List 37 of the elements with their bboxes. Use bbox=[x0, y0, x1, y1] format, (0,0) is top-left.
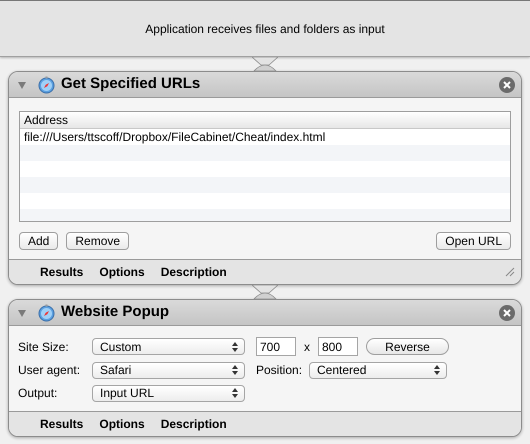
disclosure-triangle-icon[interactable] bbox=[17, 80, 27, 90]
field-label: Position: bbox=[256, 362, 304, 379]
footer-tab[interactable]: Description bbox=[160, 263, 227, 281]
times-label: x bbox=[304, 338, 310, 356]
reverse-button[interactable]: Reverse bbox=[366, 338, 449, 355]
up-down-arrows-icon bbox=[232, 365, 238, 375]
output-popup[interactable]: Input URL bbox=[92, 384, 245, 402]
close-icon[interactable] bbox=[499, 76, 515, 92]
position-popup[interactable]: Centered bbox=[309, 362, 447, 378]
footer-tab[interactable]: Results bbox=[40, 415, 84, 433]
footer-tab[interactable]: Options bbox=[99, 263, 145, 281]
column-header[interactable]: Address bbox=[24, 112, 68, 129]
input-description: Application receives files and folders as input bbox=[145, 20, 385, 38]
resize-grip-icon[interactable] bbox=[505, 267, 515, 277]
height-field[interactable]: 800 bbox=[318, 337, 358, 356]
disclosure-triangle-icon[interactable] bbox=[17, 308, 27, 318]
compass-icon bbox=[38, 304, 55, 322]
up-down-arrows-icon bbox=[232, 388, 238, 398]
field-label: User agent: bbox=[18, 362, 82, 379]
up-down-arrows-icon bbox=[434, 365, 440, 375]
user-agent-popup[interactable]: Safari bbox=[92, 362, 245, 378]
action-title: Website Popup bbox=[61, 302, 170, 322]
push-button[interactable]: Open URL bbox=[436, 232, 511, 250]
table-cell[interactable]: file:///Users/ttscoff/Dropbox/FileCabinet/Cheat/index.html bbox=[24, 128, 326, 146]
field-label: Site Size: bbox=[18, 338, 70, 356]
footer-tab[interactable]: Description bbox=[160, 415, 227, 433]
footer-tab[interactable]: Results bbox=[40, 263, 84, 281]
width-field[interactable]: 700 bbox=[256, 337, 296, 356]
close-icon[interactable] bbox=[499, 304, 515, 320]
footer-tab[interactable]: Options bbox=[99, 415, 145, 433]
field-label: Output: bbox=[18, 385, 58, 402]
push-button[interactable]: Add bbox=[19, 232, 58, 250]
action-title: Get Specified URLs bbox=[61, 74, 200, 94]
site-size-popup[interactable]: Custom bbox=[92, 338, 245, 355]
compass-icon bbox=[38, 76, 55, 94]
push-button[interactable]: Remove bbox=[66, 232, 130, 250]
up-down-arrows-icon bbox=[232, 342, 238, 352]
